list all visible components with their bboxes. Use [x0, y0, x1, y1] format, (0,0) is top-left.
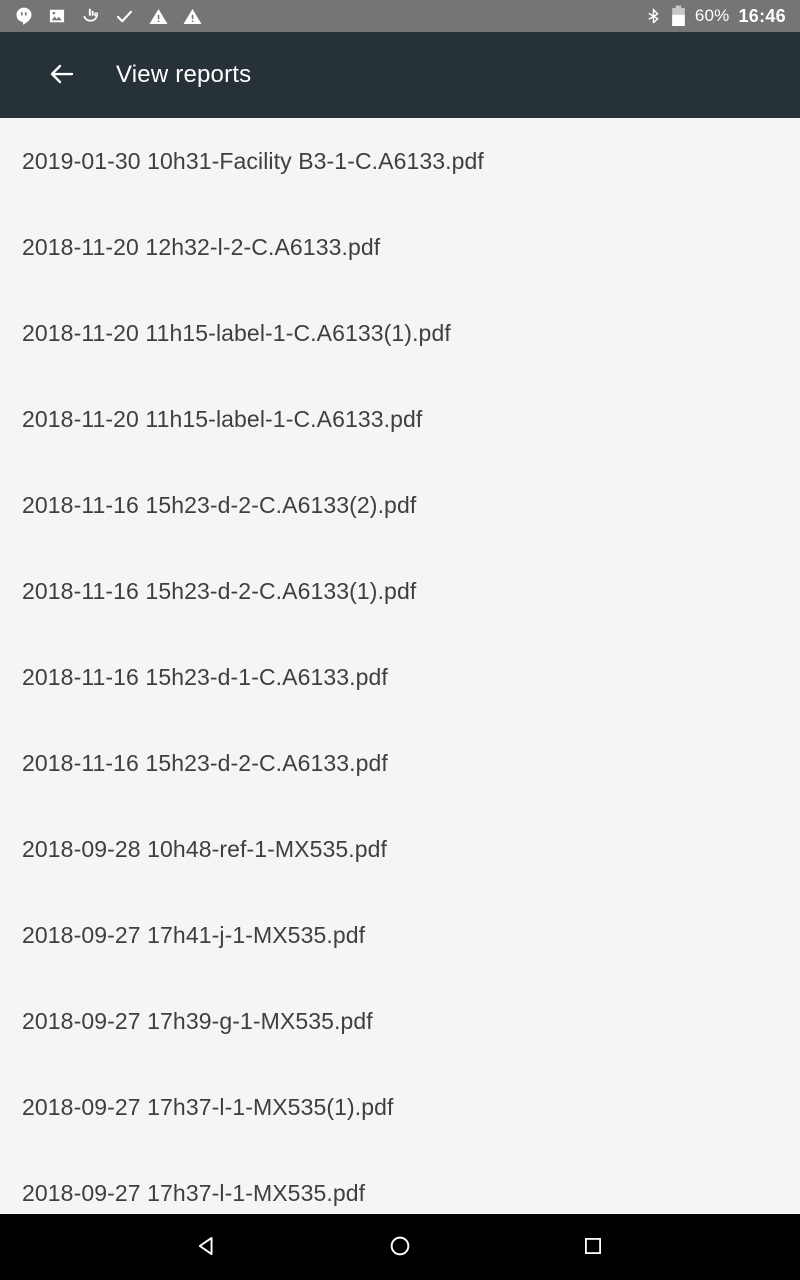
report-filename: 2018-11-16 15h23-d-2-C.A6133(2).pdf [22, 491, 417, 518]
report-filename: 2018-09-27 17h41-j-1-MX535.pdf [22, 921, 366, 948]
report-filename: 2018-11-20 11h15-label-1-C.A6133.pdf [22, 405, 423, 432]
report-filename: 2018-11-16 15h23-d-2-C.A6133.pdf [22, 749, 388, 776]
report-filename: 2018-09-27 17h37-l-1-MX535(1).pdf [22, 1093, 394, 1120]
battery-icon [671, 5, 686, 27]
warning-icon [148, 6, 169, 27]
page-title: View reports [116, 61, 252, 88]
list-item[interactable]: 2018-09-27 17h37-l-1-MX535.pdf [0, 1150, 800, 1214]
square-icon [581, 1234, 605, 1261]
list-item[interactable]: 2018-09-27 17h39-g-1-MX535.pdf [0, 978, 800, 1064]
triangle-left-icon [194, 1233, 220, 1262]
status-bar-system-icons: 60% 16:46 [645, 5, 786, 27]
report-filename: 2019-01-30 10h31-Facility B3-1-C.A6133.p… [22, 147, 484, 174]
back-button[interactable] [40, 53, 84, 97]
list-item[interactable]: 2018-09-27 17h41-j-1-MX535.pdf [0, 892, 800, 978]
phone-screen: 60% 16:46 View reports 2019-01-30 10h31-… [0, 0, 800, 1280]
list-item[interactable]: 2018-11-16 15h23-d-2-C.A6133(2).pdf [0, 462, 800, 548]
report-filename: 2018-09-27 17h37-l-1-MX535.pdf [22, 1179, 366, 1206]
list-item[interactable]: 2018-09-28 10h48-ref-1-MX535.pdf [0, 806, 800, 892]
battery-percent-label: 60% [694, 6, 730, 25]
report-list[interactable]: 2019-01-30 10h31-Facility B3-1-C.A6133.p… [0, 118, 800, 1214]
recents-nav-button[interactable] [565, 1219, 621, 1275]
tap-and-pay-icon [80, 6, 101, 27]
navigation-bar [0, 1214, 800, 1280]
status-bar-notification-icons [14, 6, 203, 27]
arrow-left-icon [47, 59, 77, 92]
list-item[interactable]: 2018-11-16 15h23-d-1-C.A6133.pdf [0, 634, 800, 720]
report-filename: 2018-11-20 12h32-l-2-C.A6133.pdf [22, 233, 381, 260]
warning-icon-2 [182, 6, 203, 27]
app-bar: View reports [0, 32, 800, 118]
list-item[interactable]: 2018-11-16 15h23-d-2-C.A6133.pdf [0, 720, 800, 806]
list-item[interactable]: 2018-11-20 11h15-label-1-C.A6133.pdf [0, 376, 800, 462]
list-item[interactable]: 2018-11-20 12h32-l-2-C.A6133.pdf [0, 204, 800, 290]
report-filename: 2018-09-28 10h48-ref-1-MX535.pdf [22, 835, 388, 862]
status-bar: 60% 16:46 [0, 0, 800, 32]
report-filename: 2018-11-16 15h23-d-1-C.A6133.pdf [22, 663, 388, 690]
report-filename: 2018-11-20 11h15-label-1-C.A6133(1).pdf [22, 319, 451, 346]
back-nav-button[interactable] [179, 1219, 235, 1275]
image-icon [47, 6, 67, 26]
status-bar-clock: 16:46 [738, 5, 786, 26]
list-item[interactable]: 2018-11-16 15h23-d-2-C.A6133(1).pdf [0, 548, 800, 634]
bluetooth-icon [645, 6, 662, 26]
home-nav-button[interactable] [372, 1219, 428, 1275]
list-item[interactable]: 2018-11-20 11h15-label-1-C.A6133(1).pdf [0, 290, 800, 376]
report-filename: 2018-11-16 15h23-d-2-C.A6133(1).pdf [22, 577, 417, 604]
check-icon [114, 6, 135, 27]
list-item[interactable]: 2019-01-30 10h31-Facility B3-1-C.A6133.p… [0, 118, 800, 204]
hangouts-icon [14, 6, 34, 26]
report-filename: 2018-09-27 17h39-g-1-MX535.pdf [22, 1007, 373, 1034]
circle-icon [387, 1233, 413, 1262]
list-item[interactable]: 2018-09-27 17h37-l-1-MX535(1).pdf [0, 1064, 800, 1150]
